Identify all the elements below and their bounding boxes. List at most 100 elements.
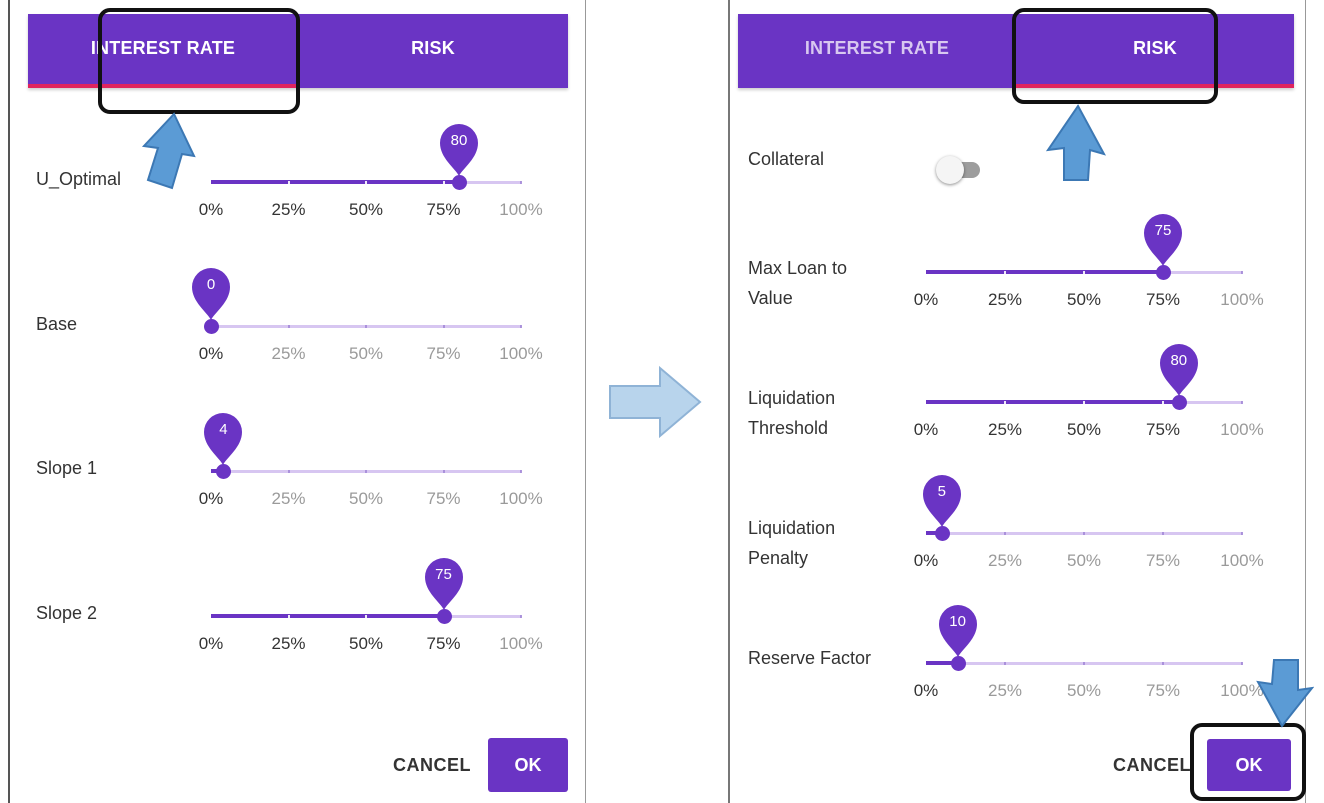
slider-tick xyxy=(520,181,522,184)
highlight-box-interest-rate-tab xyxy=(98,8,300,114)
reserve-factor-label: Reserve Factor xyxy=(748,648,872,668)
slider-fill xyxy=(211,614,444,618)
slider-tick-labels: 0% 25% 50% 75% 100% xyxy=(914,420,1264,446)
tick-label: 100% xyxy=(1220,420,1264,439)
tick-label: 0% xyxy=(913,290,939,309)
interest-rate-dialog: INTEREST RATE RISK U_Optimal Base Slope … xyxy=(8,0,586,803)
base-label: Base xyxy=(36,314,78,334)
tick-label: 100% xyxy=(499,344,543,363)
max-loan-to-value-label: Max Loan to Value xyxy=(748,253,847,313)
slider-tick xyxy=(1162,401,1164,404)
tick-label: 25% xyxy=(271,200,306,219)
slider-tick xyxy=(1004,401,1006,404)
slider-value-label: 4 xyxy=(219,421,228,438)
tick-label: 50% xyxy=(348,200,384,219)
value-pin-icon: 80 xyxy=(1158,342,1200,398)
ok-button[interactable]: OK xyxy=(488,738,568,792)
tick-label: 75% xyxy=(426,200,461,219)
slider-tick xyxy=(442,470,445,473)
label-line: Liquidation xyxy=(748,518,836,538)
slider-tick xyxy=(442,325,445,328)
tick-label: 100% xyxy=(499,634,543,653)
value-pin-icon: 5 xyxy=(921,473,963,529)
tick-label: 0% xyxy=(913,681,939,700)
tab-interest-rate[interactable]: INTEREST RATE xyxy=(738,14,1016,88)
slider-tick xyxy=(1004,271,1006,274)
slider-tick xyxy=(520,615,522,618)
tick-label: 75% xyxy=(426,344,461,363)
cancel-button[interactable]: CANCEL xyxy=(393,755,471,776)
tick-label: 75% xyxy=(1145,290,1181,309)
tick-label: 100% xyxy=(499,200,543,219)
slider-value-label: 5 xyxy=(937,483,946,500)
tick-label: 25% xyxy=(987,420,1023,439)
slider-tick xyxy=(1162,662,1164,665)
collateral-label: Collateral xyxy=(748,149,825,169)
value-pin-icon: 75 xyxy=(423,556,465,612)
slider-tick-labels: 0% 25% 50% 75% 100% xyxy=(199,634,543,660)
slider-tick-labels: 0% 25% 50% 75% 100% xyxy=(199,344,543,370)
slider-tick xyxy=(1083,271,1085,274)
tick-label: 50% xyxy=(1066,290,1102,309)
tick-label: 0% xyxy=(913,420,939,439)
tab-label: INTEREST RATE xyxy=(804,37,950,58)
tick-label: 25% xyxy=(987,290,1023,309)
tick-label: 50% xyxy=(348,344,384,363)
tick-label: 100% xyxy=(1220,551,1264,570)
tick-label: 100% xyxy=(1220,290,1264,309)
slope-1-label: Slope 1 xyxy=(36,458,98,478)
slider-tick xyxy=(365,470,367,473)
slider-fill xyxy=(926,270,1163,274)
cancel-button[interactable]: CANCEL xyxy=(1113,755,1191,776)
slider-tick xyxy=(365,181,367,184)
slider-tick xyxy=(1241,271,1243,274)
tick-label: 0% xyxy=(198,634,224,653)
value-pin-icon: 10 xyxy=(937,603,979,659)
slider-tick xyxy=(1083,532,1085,535)
tick-label: 25% xyxy=(271,634,306,653)
down-arrow-icon xyxy=(1256,659,1314,728)
slider-value-label: 10 xyxy=(949,613,966,630)
tick-label: 25% xyxy=(271,489,306,508)
tick-label: 50% xyxy=(1066,551,1102,570)
tick-label: 25% xyxy=(987,681,1023,700)
collateral-toggle[interactable] xyxy=(936,156,984,186)
slider-tick xyxy=(287,615,290,618)
tick-label: 50% xyxy=(1066,420,1102,439)
up-arrow-icon xyxy=(141,112,196,190)
slider-tick xyxy=(287,325,290,328)
slider-fill xyxy=(926,400,1179,404)
label-line: Max Loan to xyxy=(748,258,848,278)
slider-tick xyxy=(365,615,367,618)
slider-tick xyxy=(1241,532,1243,535)
up-arrow-icon xyxy=(1045,104,1106,181)
slider-tick xyxy=(1241,662,1243,665)
tab-risk[interactable]: RISK xyxy=(298,14,568,88)
tick-label: 50% xyxy=(348,489,384,508)
slider-value-label: 80 xyxy=(450,132,468,149)
highlight-box-risk-tab xyxy=(1012,8,1218,104)
slider-tick xyxy=(1241,401,1243,404)
tick-label: 25% xyxy=(271,344,306,363)
slider-tick-labels: 0% 25% 50% 75% 100% xyxy=(199,200,543,226)
slider-tick xyxy=(1083,401,1085,404)
tick-label: 0% xyxy=(913,551,939,570)
slider-tick-labels: 0% 25% 50% 75% 100% xyxy=(914,551,1264,577)
slider-value-label: 75 xyxy=(1154,222,1172,239)
slider-tick xyxy=(1004,662,1006,665)
tick-label: 75% xyxy=(1145,420,1181,439)
label-line: Threshold xyxy=(748,418,829,438)
tick-label: 0% xyxy=(198,200,224,219)
slider-tick xyxy=(442,181,445,184)
tick-label: 100% xyxy=(499,489,543,508)
liquidation-penalty-label: Liquidation Penalty xyxy=(748,513,835,573)
slope-2-label: Slope 2 xyxy=(36,603,98,623)
toggle-knob xyxy=(936,156,964,184)
slider-tick-labels: 0% 25% 50% 75% 100% xyxy=(199,489,543,515)
slider-tick xyxy=(287,470,290,473)
slider-tick xyxy=(520,470,522,473)
slider-tick xyxy=(520,325,522,328)
value-pin-icon: 75 xyxy=(1142,212,1184,268)
liquidation-threshold-label: Liquidation Threshold xyxy=(748,383,835,443)
label-line: Value xyxy=(748,288,793,308)
